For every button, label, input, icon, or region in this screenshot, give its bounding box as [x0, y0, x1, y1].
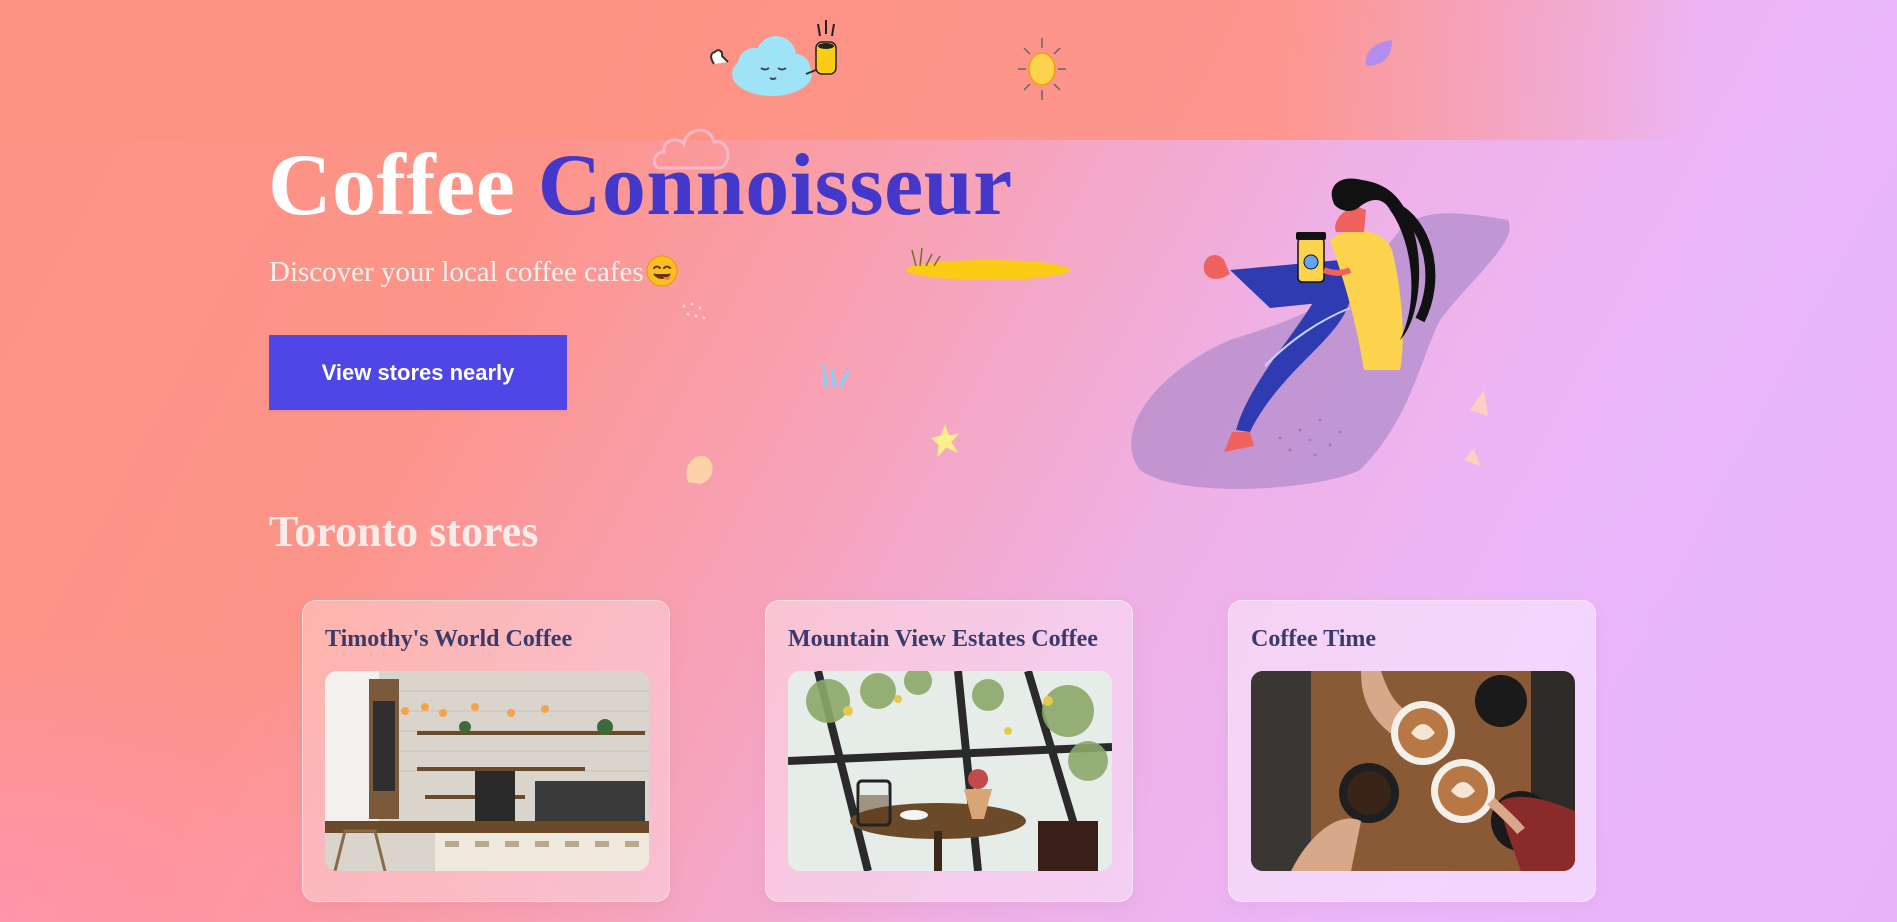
store-card[interactable]: Timothy's World Coffee [302, 600, 670, 902]
cafe-window-table-photo [788, 671, 1112, 871]
store-card-image [1251, 671, 1575, 871]
section-title-toronto-stores: Toronto stores [269, 507, 539, 556]
store-card[interactable]: Mountain View Estates Coffee [765, 600, 1133, 902]
hero-title-word-connoisseur: Connoisseur [537, 137, 1013, 234]
flower-icon [931, 424, 960, 458]
latte-cheers-photo [1251, 671, 1575, 871]
cloud-mascot-icon [710, 20, 837, 96]
grass-pond-icon [906, 247, 1070, 280]
hero-subtitle-text: Discover your local coffee cafes [269, 256, 644, 288]
store-card-title: Timothy's World Coffee [325, 626, 573, 652]
sun-icon [1018, 38, 1066, 100]
grass-icon [822, 364, 850, 388]
store-card-title: Coffee Time [1251, 626, 1377, 652]
store-card-image [788, 671, 1112, 871]
store-card-title: Mountain View Estates Coffee [788, 626, 1098, 652]
hero-top-band [0, 0, 1700, 140]
hero-subtitle: Discover your local coffee cafes [269, 255, 678, 289]
hero-title-word-coffee: Coffee [268, 137, 516, 234]
hero-title: Coffee Connoisseur [268, 136, 1013, 236]
woman-with-coffee-illustration [1131, 178, 1510, 489]
view-stores-button[interactable]: View stores nearly [269, 335, 567, 410]
leaf-icon [1365, 40, 1392, 66]
store-card[interactable]: Coffee Time [1228, 600, 1596, 902]
leaf-small-icon [686, 455, 713, 484]
dots-icon [682, 302, 706, 320]
smiling-face-emoji-icon [646, 255, 678, 287]
cafe-counter-photo [325, 671, 649, 871]
store-card-image [325, 671, 649, 871]
